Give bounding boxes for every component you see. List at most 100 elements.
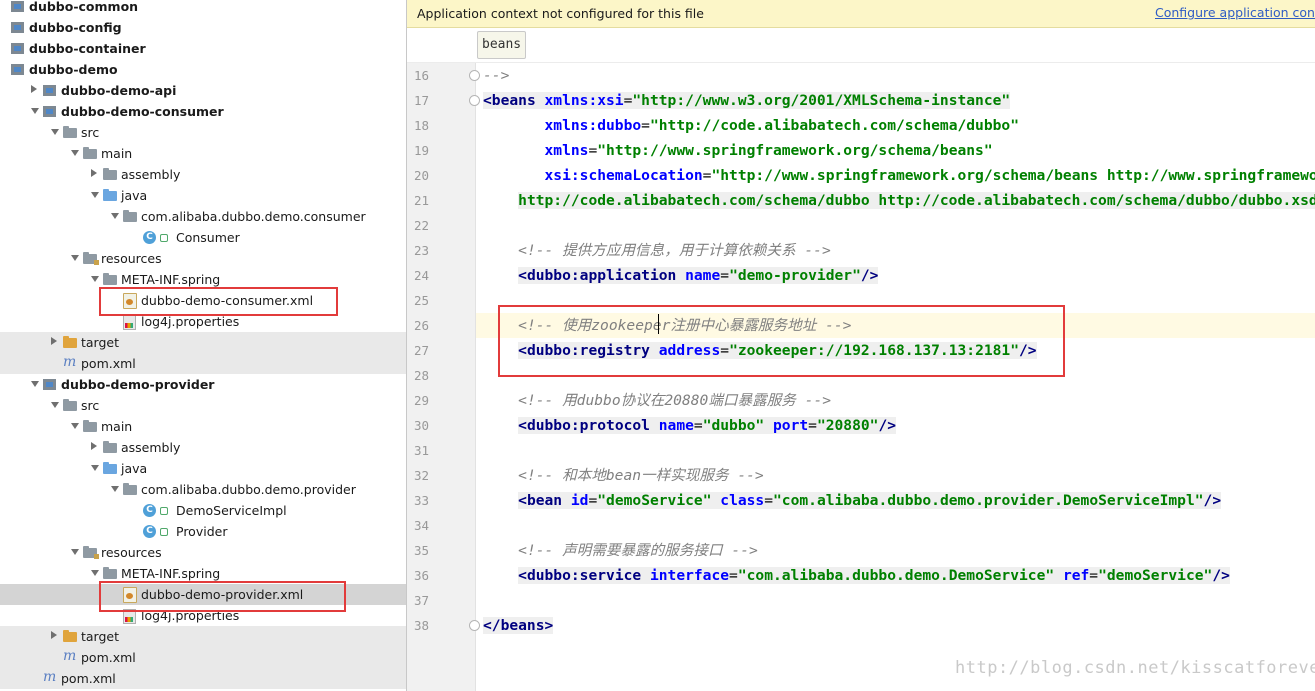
xml-editor: Application context not configured for t…	[407, 0, 1315, 691]
line-number: 27	[413, 343, 429, 358]
line-number: 29	[413, 393, 429, 408]
access-modifier-icon	[160, 234, 168, 242]
tree-item-label: target	[81, 335, 120, 350]
tree-item-label: dubbo-demo-consumer	[61, 104, 224, 119]
tree-item-label: src	[81, 125, 100, 140]
folder-icon	[103, 168, 117, 180]
tree-item[interactable]: m pom.xml	[0, 353, 406, 374]
tree-item[interactable]: C DemoServiceImpl	[0, 500, 406, 521]
tree-item-label: resources	[101, 251, 162, 266]
line-number: 30	[413, 418, 429, 433]
tree-item[interactable]: resources	[0, 248, 406, 269]
code-token: xmlns	[544, 142, 589, 159]
line-number: 32	[413, 468, 429, 483]
context-banner: Application context not configured for t…	[407, 0, 1315, 28]
tree-item-label: src	[81, 398, 100, 413]
folder-icon	[103, 567, 117, 579]
tree-item[interactable]: java	[0, 458, 406, 479]
tree-item[interactable]: main	[0, 416, 406, 437]
chevron-down-icon[interactable]	[91, 465, 99, 471]
chevron-down-icon[interactable]	[71, 150, 79, 156]
tree-item[interactable]: m pom.xml	[0, 668, 406, 689]
tree-item[interactable]: dubbo-demo-provider	[0, 374, 406, 395]
line-number: 35	[413, 543, 429, 558]
tree-item-label: dubbo-demo-provider	[61, 377, 215, 392]
tree-item[interactable]: dubbo-demo-consumer	[0, 101, 406, 122]
tree-item[interactable]: assembly	[0, 437, 406, 458]
chevron-down-icon[interactable]	[91, 192, 99, 198]
fold-marker-icon[interactable]	[469, 620, 480, 631]
code-token: "20880"	[816, 417, 879, 434]
tree-item-label: Provider	[176, 524, 228, 539]
tree-item[interactable]: src	[0, 395, 406, 416]
tree-item[interactable]: dubbo-common	[0, 0, 406, 17]
tree-item[interactable]: java	[0, 185, 406, 206]
tree-item-label: main	[101, 419, 133, 434]
tree-item[interactable]: m pom.xml	[0, 647, 406, 668]
line-number: 38	[413, 618, 429, 633]
resources-folder-icon	[83, 252, 99, 265]
chevron-down-icon[interactable]	[31, 108, 39, 114]
tree-item[interactable]: resources	[0, 542, 406, 563]
fold-marker-icon[interactable]	[469, 95, 480, 106]
line-number: 37	[413, 593, 429, 608]
code-token: <!-- 用dubbo协议在20880端口暴露服务 -->	[518, 392, 832, 409]
tree-item[interactable]: main	[0, 143, 406, 164]
line-number: 20	[413, 168, 429, 183]
code-token: "demoService"	[1098, 567, 1213, 584]
chevron-down-icon[interactable]	[31, 381, 39, 387]
chevron-down-icon[interactable]	[91, 570, 99, 576]
code-line: http://code.alibabatech.com/schema/dubbo…	[483, 188, 1315, 213]
code-token: <	[518, 417, 527, 434]
tree-item[interactable]: C Consumer	[0, 227, 406, 248]
tree-item[interactable]: src	[0, 122, 406, 143]
code-line: <bean id="demoService" class="com.alibab…	[483, 488, 1222, 513]
code-token: interface	[649, 567, 730, 584]
tree-item[interactable]: dubbo-demo	[0, 59, 406, 80]
chevron-down-icon[interactable]	[71, 423, 79, 429]
code-token: name	[685, 267, 721, 284]
chevron-right-icon[interactable]	[31, 85, 37, 93]
chevron-right-icon[interactable]	[91, 169, 97, 177]
tree-item[interactable]: target	[0, 626, 406, 647]
tree-item[interactable]: assembly	[0, 164, 406, 185]
chevron-right-icon[interactable]	[51, 337, 57, 345]
chevron-down-icon[interactable]	[71, 549, 79, 555]
chevron-right-icon[interactable]	[51, 631, 57, 639]
tree-item[interactable]: C Provider	[0, 521, 406, 542]
module-icon	[11, 1, 24, 12]
tree-item-label: dubbo-demo	[29, 62, 118, 77]
breadcrumb-beans[interactable]: beans	[477, 31, 527, 59]
chevron-down-icon[interactable]	[51, 129, 59, 135]
chevron-down-icon[interactable]	[51, 402, 59, 408]
tree-item[interactable]: com.alibaba.dubbo.demo.provider	[0, 479, 406, 500]
code-token: <!-- 提供方应用信息，用于计算依赖关系 -->	[518, 242, 831, 259]
access-modifier-icon	[160, 528, 168, 536]
folder-icon	[83, 147, 97, 159]
configure-context-link[interactable]: Configure application conte	[1155, 5, 1315, 20]
chevron-down-icon[interactable]	[71, 255, 79, 261]
banner-message: Application context not configured for t…	[417, 6, 704, 21]
code-token: -->	[483, 67, 510, 84]
folder-icon	[123, 210, 137, 222]
tree-item-label: target	[81, 629, 120, 644]
fold-marker-icon[interactable]	[469, 70, 480, 81]
code-line: <!-- 和本地bean一样实现服务 -->	[483, 463, 764, 488]
project-tree-panel: dubbo-common dubbo-config dubbo-container d…	[0, 0, 406, 691]
code-token: class	[720, 492, 765, 509]
tree-item[interactable]: dubbo-container	[0, 38, 406, 59]
chevron-down-icon[interactable]	[111, 486, 119, 492]
tree-item-label: dubbo-container	[29, 41, 146, 56]
tree-item[interactable]: dubbo-config	[0, 17, 406, 38]
chevron-down-icon[interactable]	[111, 213, 119, 219]
tree-item[interactable]: dubbo-demo-api	[0, 80, 406, 101]
java-class-icon: C	[143, 504, 156, 517]
tree-item[interactable]: target	[0, 332, 406, 353]
tree-item[interactable]: com.alibaba.dubbo.demo.consumer	[0, 206, 406, 227]
chevron-down-icon[interactable]	[91, 276, 99, 282]
chevron-right-icon[interactable]	[91, 442, 97, 450]
